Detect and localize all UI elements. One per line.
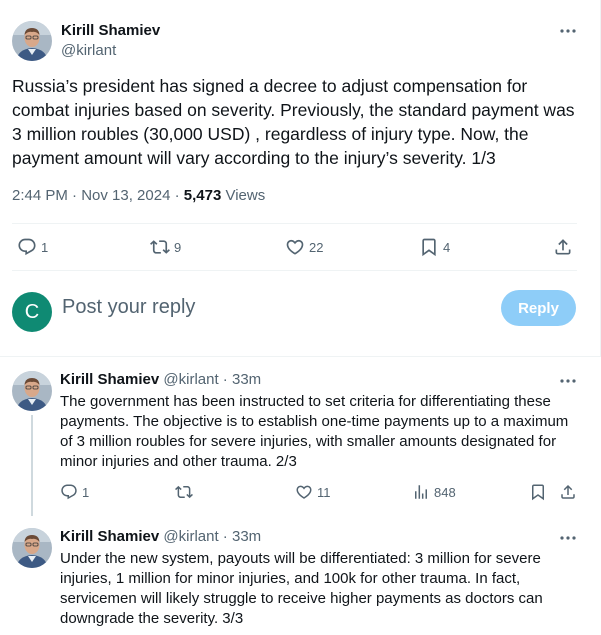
reply-composer: C Post your reply Reply — [0, 280, 601, 356]
author-handle[interactable]: @kirlant — [163, 371, 218, 388]
heart-icon — [286, 239, 304, 255]
share-icon — [561, 484, 575, 499]
reply-action[interactable]: 1 — [60, 483, 89, 501]
main-tweet: Kirill Shamiev @kirlant Russia’s preside… — [0, 0, 601, 356]
repost-icon — [150, 240, 170, 254]
like-count: 22 — [309, 239, 324, 255]
thread-connector — [31, 415, 33, 516]
reply-count: 1 — [82, 484, 90, 500]
repost-icon — [175, 485, 193, 499]
tweet-text: Russia’s president has signed a decree t… — [12, 76, 575, 168]
thread-tweet[interactable]: Kirill Shamiev @kirlant · 33m The govern… — [0, 371, 601, 516]
views-action[interactable]: 848 — [412, 483, 456, 501]
like-action[interactable]: 11 — [295, 483, 331, 501]
author-avatar[interactable] — [12, 21, 52, 61]
tweet-header: Kirill Shamiev @kirlant · 33m — [60, 528, 261, 545]
reply-button[interactable]: Reply — [501, 290, 576, 326]
bookmark-action[interactable] — [529, 483, 547, 501]
repost-action[interactable]: 9 — [150, 237, 181, 257]
tweet-time[interactable]: 33m — [232, 371, 261, 388]
more-options-icon[interactable] — [558, 371, 578, 391]
tweet-text: Under the new system, payouts will be di… — [60, 550, 543, 627]
views-label: Views — [221, 187, 266, 204]
thread-tweet[interactable]: Kirill Shamiev @kirlant · 33m Under the … — [0, 528, 601, 635]
reply-count: 1 — [41, 239, 49, 255]
author-avatar[interactable] — [12, 528, 52, 568]
bookmark-action[interactable]: 4 — [419, 237, 450, 257]
repost-count: 9 — [174, 239, 182, 255]
author-avatar[interactable] — [12, 371, 52, 411]
divider — [12, 270, 577, 271]
share-action[interactable] — [559, 483, 577, 501]
reply-action[interactable]: 1 — [17, 237, 48, 257]
heart-icon — [296, 485, 312, 499]
repost-action[interactable] — [175, 483, 197, 501]
tweet-time[interactable]: 33m — [232, 528, 261, 545]
bookmark-count: 4 — [443, 239, 451, 255]
separator-dot: · — [218, 528, 232, 545]
divider — [12, 223, 577, 224]
author-handle[interactable]: @kirlant — [163, 528, 218, 545]
tweet-meta: 2:44 PM · Nov 13, 2024 · 5,473 Views — [12, 187, 265, 204]
author-name[interactable]: Kirill Shamiev — [61, 22, 160, 39]
author-handle[interactable]: @kirlant — [61, 42, 116, 59]
separator-dot: · — [218, 371, 232, 388]
tweet-header: Kirill Shamiev @kirlant · 33m — [60, 371, 261, 388]
share-action[interactable] — [553, 237, 573, 257]
views-count: 848 — [434, 484, 456, 500]
views-count: 5,473 — [183, 187, 222, 204]
current-user-avatar[interactable]: C — [12, 292, 52, 332]
author-name[interactable]: Kirill Shamiev — [60, 528, 159, 545]
reply-icon — [18, 238, 36, 256]
bookmark-icon — [532, 484, 544, 501]
reply-icon — [61, 484, 77, 500]
bookmark-icon — [422, 238, 436, 257]
share-icon — [555, 239, 571, 255]
like-count: 11 — [317, 484, 331, 500]
more-options-icon[interactable] — [558, 21, 578, 41]
reply-input[interactable]: Post your reply — [62, 296, 195, 319]
analytics-icon — [415, 485, 427, 499]
tweet-timestamp[interactable]: 2:44 PM · Nov 13, 2024 · — [12, 187, 184, 204]
like-action[interactable]: 22 — [285, 237, 323, 257]
author-name[interactable]: Kirill Shamiev — [60, 371, 159, 388]
thread-separator — [0, 356, 601, 357]
more-options-icon[interactable] — [558, 528, 578, 548]
tweet-text: The government has been instructed to se… — [60, 393, 569, 470]
